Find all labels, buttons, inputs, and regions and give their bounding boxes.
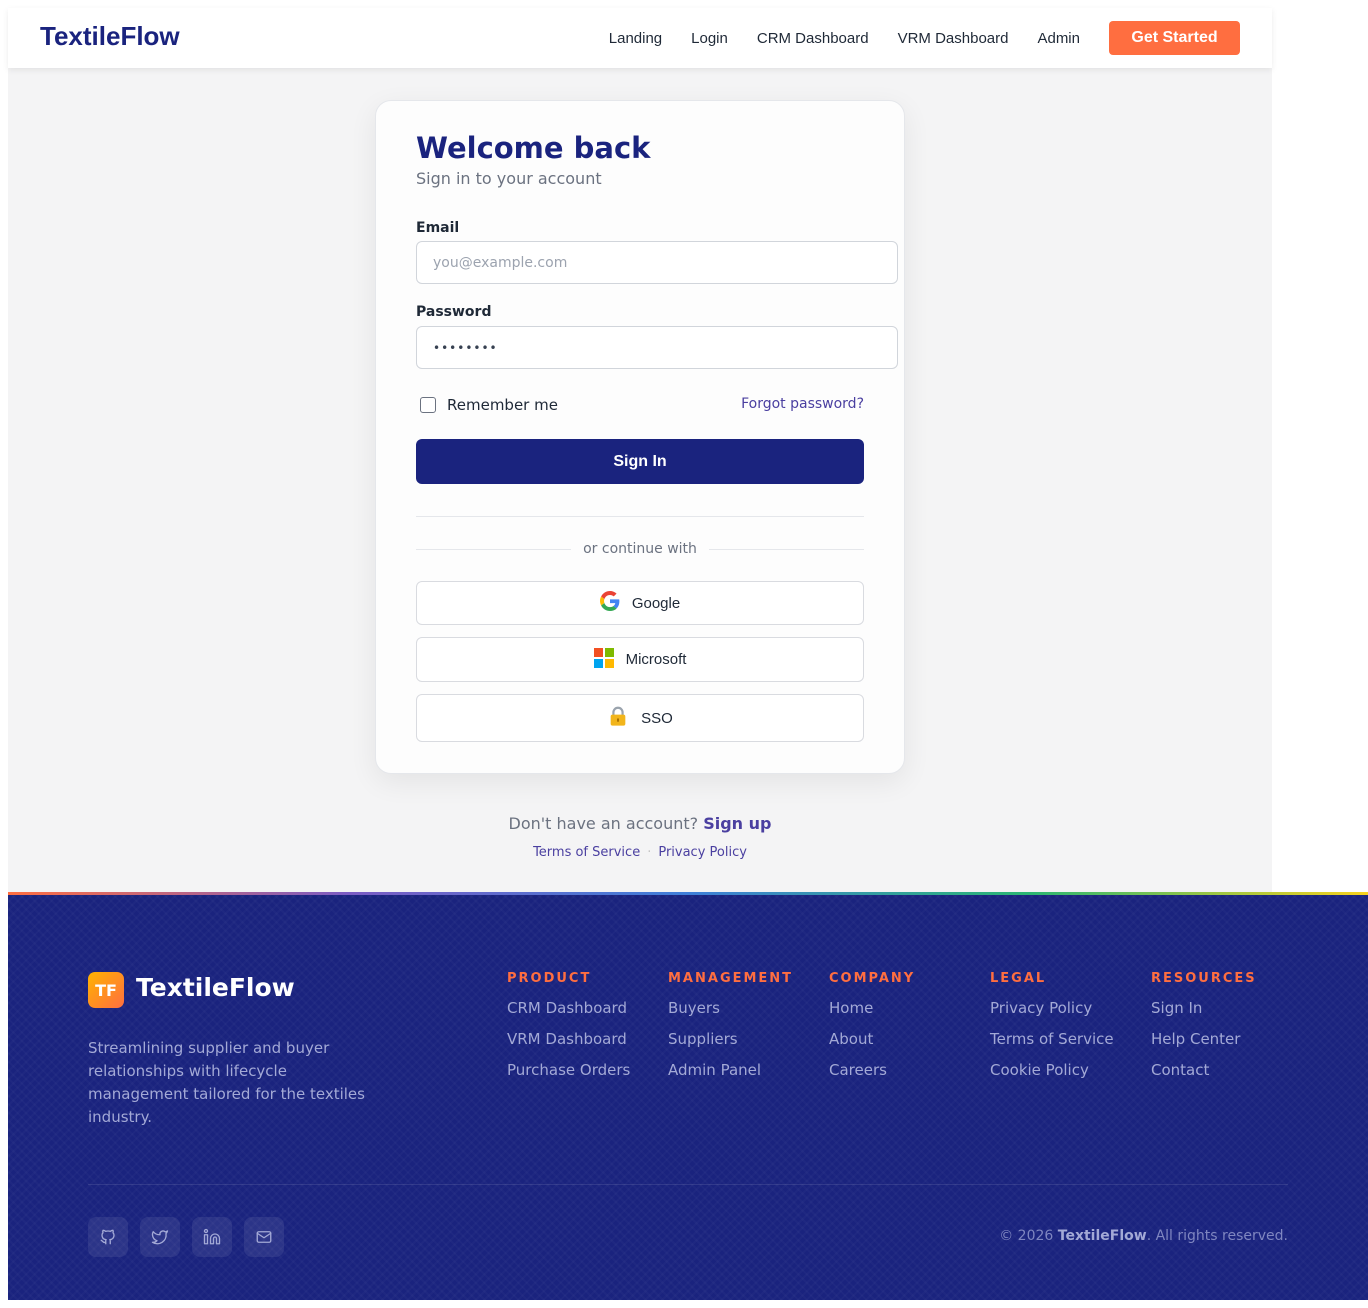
signup-link[interactable]: Sign up [703,814,771,833]
google-signin-button[interactable]: Google [416,581,864,625]
email-field[interactable] [416,241,898,284]
footer-link[interactable]: Terms of Service [990,1029,1114,1060]
divider-line-right [708,548,864,550]
twitter-icon[interactable] [140,1217,180,1257]
footer-link[interactable]: Help Center [1151,1029,1257,1060]
footer-column-company: COMPANY Home About Careers [829,971,915,1091]
microsoft-icon [593,647,614,672]
sign-in-button[interactable]: Sign In [416,439,864,484]
google-label: Google [631,594,681,612]
footer-link[interactable]: Purchase Orders [507,1060,630,1091]
copyright: © 2026 TextileFlow. All rights reserved. [999,1228,1288,1244]
signup-prompt: Don't have an account? Sign up [0,814,1280,833]
privacy-link[interactable]: Privacy Policy [658,845,747,860]
footer-divider [88,1184,1288,1185]
footer-link[interactable]: Admin Panel [668,1060,793,1091]
nav-link-landing[interactable]: Landing [609,30,662,47]
footer-link[interactable]: Privacy Policy [990,998,1114,1029]
footer-link[interactable]: Careers [829,1060,915,1091]
footer-logo[interactable]: TF [88,972,124,1008]
sso-label: SSO [641,709,673,727]
footer-link[interactable]: CRM Dashboard [507,998,630,1029]
github-icon[interactable] [88,1217,128,1257]
or-divider: or continue with [416,541,864,557]
footer-link[interactable]: Suppliers [668,1029,793,1060]
sso-signin-button[interactable]: SSO [416,694,864,742]
get-started-button[interactable]: Get Started [1109,21,1240,55]
footer-link[interactable]: Sign In [1151,998,1257,1029]
lock-icon [607,705,629,731]
google-icon [599,591,620,615]
footer-column-title: MANAGEMENT [668,971,794,986]
microsoft-signin-button[interactable]: Microsoft [416,637,864,682]
remember-me: Remember me [420,396,558,414]
email-label: Email [416,220,460,236]
divider [416,516,864,517]
nav-link-crm-dashboard[interactable]: CRM Dashboard [757,30,869,47]
footer-link[interactable]: Cookie Policy [990,1060,1114,1091]
top-navbar: TextileFlow Landing Login CRM Dashboard … [8,8,1272,68]
footer-link[interactable]: Home [829,998,915,1029]
forgot-password-link[interactable]: Forgot password? [741,396,864,412]
legal-links: Terms of Service · Privacy Policy [0,845,1280,860]
signup-question: Don't have an account? [508,814,699,833]
terms-link[interactable]: Terms of Service [533,845,640,860]
site-footer: TF TextileFlow Streamlining supplier and… [8,895,1368,1300]
footer-column-title: PRODUCT [507,971,592,986]
mail-icon[interactable] [244,1217,284,1257]
nav-link-vrm-dashboard[interactable]: VRM Dashboard [898,30,1009,47]
remember-me-label[interactable]: Remember me [447,396,558,414]
footer-column-legal: LEGAL Privacy Policy Terms of Service Co… [990,971,1114,1091]
separator-dot: · [647,845,652,860]
nav-links: Landing Login CRM Dashboard VRM Dashboar… [609,21,1240,55]
nav-link-admin[interactable]: Admin [1037,30,1080,47]
nav-link-login[interactable]: Login [691,30,728,47]
footer-link[interactable]: About [829,1029,915,1060]
password-field[interactable] [416,326,898,369]
footer-description: Streamlining supplier and buyer relation… [88,1039,365,1126]
copyright-suffix: . All rights reserved. [1146,1228,1288,1244]
brand-logo[interactable]: TextileFlow [40,21,180,52]
footer-link[interactable]: Buyers [668,998,793,1029]
footer-link[interactable]: Contact [1151,1060,1257,1091]
footer-column-title: RESOURCES [1151,971,1257,986]
login-title: Welcome back [416,131,651,165]
login-card: Welcome back Sign in to your account Ema… [375,100,905,774]
footer-column-title: LEGAL [990,971,1047,986]
password-label: Password [416,304,492,320]
footer-column-title: COMPANY [829,971,916,986]
linkedin-icon[interactable] [192,1217,232,1257]
footer-column-resources: RESOURCES Sign In Help Center Contact [1151,971,1257,1091]
login-subtitle: Sign in to your account [416,169,602,188]
remember-me-checkbox[interactable] [420,397,436,413]
footer-link[interactable]: VRM Dashboard [507,1029,630,1060]
or-continue-text: or continue with [583,541,697,557]
footer-column-management: MANAGEMENT Buyers Suppliers Admin Panel [668,971,793,1091]
copyright-brand: TextileFlow [1057,1228,1147,1244]
divider-line-left [416,548,572,550]
microsoft-label: Microsoft [625,651,687,668]
copyright-prefix: © 2026 [999,1228,1058,1244]
footer-brand[interactable]: TextileFlow [136,973,295,1002]
footer-column-product: PRODUCT CRM Dashboard VRM Dashboard Purc… [507,971,630,1091]
